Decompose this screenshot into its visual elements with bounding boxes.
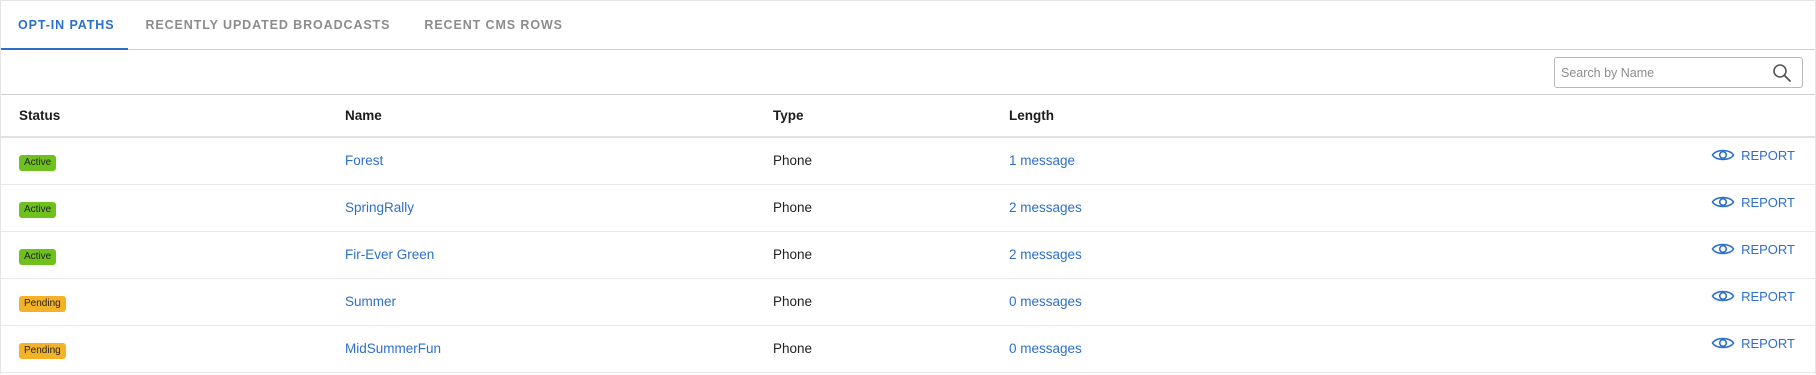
status-badge: Pending	[19, 342, 66, 359]
eye-icon	[1711, 290, 1735, 302]
report-label: REPORT	[1741, 241, 1795, 257]
report-label: REPORT	[1741, 335, 1795, 351]
eye-icon	[1711, 149, 1735, 161]
tab-opt-in-paths[interactable]: OPT-IN PATHS	[1, 1, 129, 50]
column-header-length[interactable]: Length	[1009, 95, 1429, 138]
path-type: Phone	[773, 153, 813, 169]
eye-icon	[1711, 337, 1735, 349]
search-box	[1554, 57, 1803, 88]
table-row: Pending MidSummerFun Phone 0 messages RE…	[1, 325, 1815, 373]
path-name-link[interactable]: SpringRally	[345, 200, 414, 215]
report-button[interactable]: REPORT	[1711, 288, 1795, 304]
path-type: Phone	[773, 341, 813, 356]
table-row: Active SpringRally Phone 2 messages REPO…	[1, 184, 1815, 232]
tab-recent-cms-rows[interactable]: RECENT CMS ROWS	[407, 1, 580, 49]
column-header-type[interactable]: Type	[773, 95, 1009, 138]
table-row: Active Fir-Ever Green Phone 2 messages R…	[1, 231, 1815, 279]
message-count-link[interactable]: 2 messages	[1009, 247, 1082, 262]
tab-recently-updated-broadcasts[interactable]: RECENTLY UPDATED BROADCASTS	[128, 1, 407, 49]
opt-in-panel: OPT-IN PATHS RECENTLY UPDATED BROADCASTS…	[0, 0, 1816, 374]
status-badge: Active	[19, 248, 57, 265]
report-button[interactable]: REPORT	[1711, 194, 1795, 210]
search-input[interactable]	[1555, 58, 1768, 87]
report-button[interactable]: REPORT	[1711, 241, 1795, 257]
path-name-link[interactable]: Summer	[345, 294, 396, 309]
table-header-row: Status Name Type Length	[1, 95, 1815, 138]
column-header-actions	[1429, 95, 1815, 138]
tab-bar: OPT-IN PATHS RECENTLY UPDATED BROADCASTS…	[1, 1, 1815, 50]
table-toolbar	[1, 50, 1815, 95]
search-icon[interactable]	[1768, 59, 1796, 87]
message-count-link[interactable]: 0 messages	[1009, 294, 1082, 309]
message-count-link[interactable]: 1 message	[1009, 153, 1075, 168]
path-name-link[interactable]: MidSummerFun	[345, 341, 441, 356]
column-header-status[interactable]: Status	[1, 95, 345, 138]
report-button[interactable]: REPORT	[1711, 147, 1795, 163]
report-label: REPORT	[1741, 288, 1795, 304]
eye-icon	[1711, 243, 1735, 255]
path-type: Phone	[773, 247, 813, 262]
report-button[interactable]: REPORT	[1711, 335, 1795, 351]
table-row: Active Forest Phone 1 message REPORT	[1, 137, 1815, 185]
path-name-link[interactable]: Fir-Ever Green	[345, 247, 434, 262]
path-type: Phone	[773, 294, 813, 309]
message-count-link[interactable]: 0 messages	[1009, 341, 1082, 356]
table-row: Pending Summer Phone 0 messages REPORT	[1, 278, 1815, 326]
eye-icon	[1711, 196, 1735, 208]
path-name-link[interactable]: Forest	[345, 153, 383, 168]
column-header-name[interactable]: Name	[345, 95, 773, 138]
report-label: REPORT	[1741, 147, 1795, 163]
report-label: REPORT	[1741, 194, 1795, 210]
status-badge: Active	[19, 201, 57, 218]
opt-in-paths-table: Status Name Type Length Active Forest Ph…	[1, 95, 1815, 373]
path-type: Phone	[773, 200, 813, 215]
status-badge: Pending	[19, 295, 66, 312]
message-count-link[interactable]: 2 messages	[1009, 200, 1082, 215]
status-badge: Active	[19, 154, 57, 171]
